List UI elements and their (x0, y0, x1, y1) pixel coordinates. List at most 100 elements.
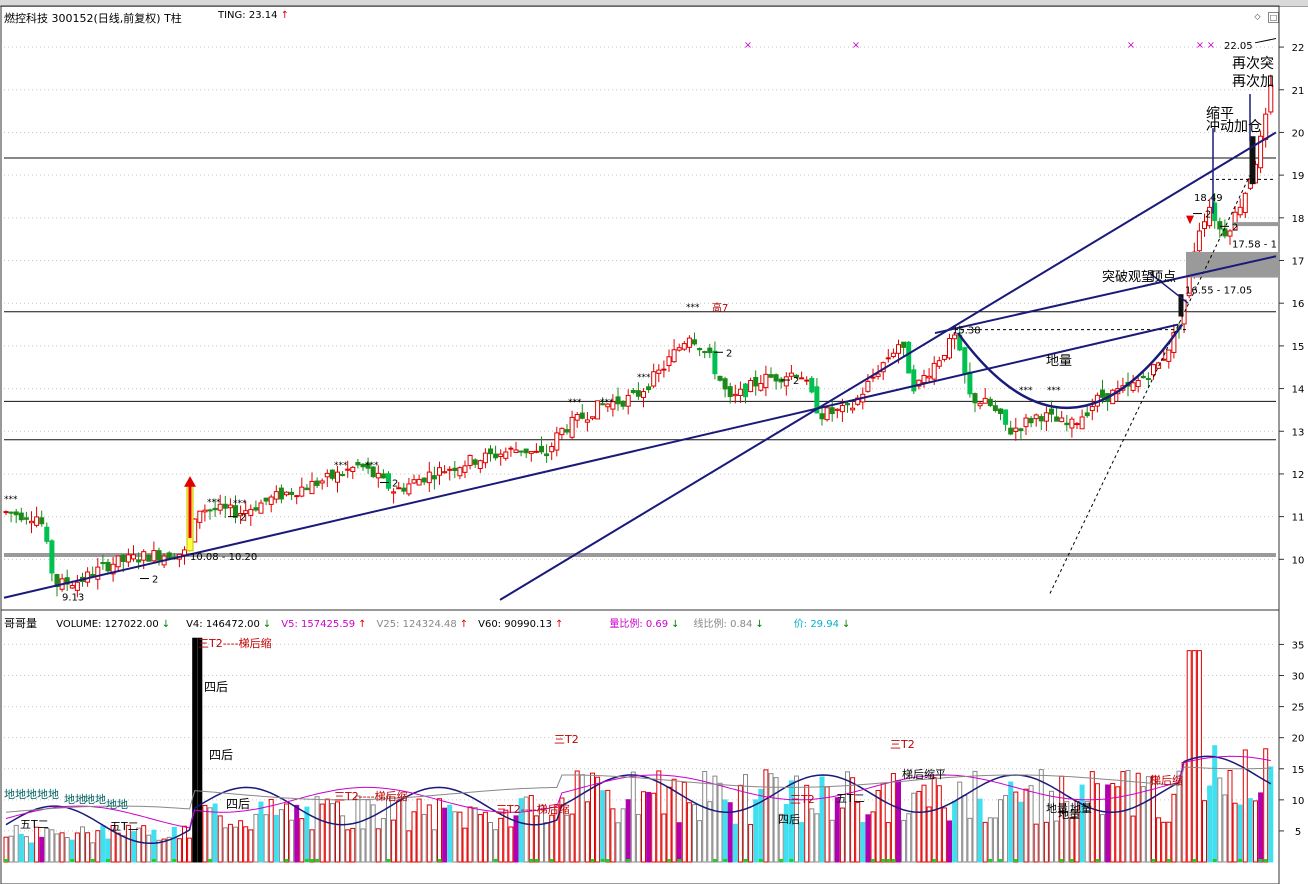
candle-body (906, 341, 912, 374)
candle-body (212, 507, 218, 511)
volume-bar (962, 794, 968, 863)
volume-tick-label: 10 (1292, 796, 1305, 807)
volume-green-marker (1212, 859, 1217, 862)
candle-body (615, 396, 621, 405)
volume-bar (131, 831, 136, 863)
volume-bar (294, 804, 300, 863)
volume-bar (202, 804, 208, 863)
top-signal-marker: × (744, 40, 752, 51)
volume-green-marker (1192, 859, 1197, 862)
volume-header-arrow: ↑ (358, 619, 367, 630)
top-signal-marker: × (1196, 40, 1204, 51)
volume-bar (1242, 749, 1248, 863)
volume-bar (702, 770, 708, 863)
volume-bar (457, 811, 463, 863)
candle-body (727, 386, 733, 397)
volume-bar (1253, 800, 1258, 863)
level-marker-label: 2 (240, 513, 246, 524)
volume-bar (885, 822, 891, 863)
volume-bar (635, 813, 641, 863)
volume-annotation: 四后 (209, 748, 233, 762)
candle-body (131, 554, 136, 560)
volume-bar (1038, 769, 1044, 863)
volume-green-marker (1059, 859, 1064, 862)
volume-green-marker (590, 859, 595, 862)
volume-bar (85, 832, 91, 863)
volume-bar (1232, 802, 1238, 863)
volume-bar (564, 814, 570, 863)
candle-body (987, 398, 993, 406)
candle-body (23, 517, 29, 520)
volume-bar (176, 838, 182, 863)
volume-bar (411, 811, 417, 863)
volume-bar (1135, 772, 1141, 863)
candle-body (783, 376, 789, 387)
volume-bar (1105, 784, 1111, 863)
candle-body (554, 432, 560, 451)
price-label: 15.38 (952, 326, 981, 337)
volume-bar (59, 832, 65, 863)
volume-bar (1186, 650, 1192, 863)
volume-bar (1171, 793, 1177, 863)
candle-body (768, 374, 774, 378)
volume-bar (156, 839, 162, 863)
candle-body (146, 554, 152, 562)
volume-bar (676, 822, 682, 863)
candle-body (926, 375, 932, 379)
volume-bar (829, 819, 835, 863)
star-marker: *** (4, 495, 18, 505)
volume-bar (544, 822, 550, 863)
candle-body (539, 445, 544, 453)
volume-bar (712, 775, 718, 863)
volume-green-marker (70, 859, 75, 862)
candle-body (421, 477, 427, 483)
volume-bar (105, 838, 111, 863)
volume-bar (1120, 771, 1126, 863)
volume-annotation: 五T二 (110, 820, 139, 833)
candle-body (44, 526, 50, 542)
volume-bar (299, 818, 305, 863)
volume-header-item: V25: 124324.48 (376, 619, 457, 630)
volume-bar (222, 827, 228, 863)
volume-annotation: 五T二 (20, 818, 49, 831)
candle-body (340, 474, 346, 477)
volume-bar (8, 835, 14, 863)
candle-body (982, 397, 988, 404)
volume-annotation: 三T2----梯后缩 (496, 803, 570, 816)
candle-body (401, 487, 407, 492)
candle-body (416, 478, 422, 486)
candle-body (1100, 389, 1105, 398)
volume-bar (1161, 821, 1167, 863)
volume-bar (936, 785, 942, 863)
volume-header-item: 价: 29.94 (793, 619, 839, 630)
candle-body (671, 349, 677, 363)
volume-green-marker (998, 859, 1003, 862)
star-marker: *** (233, 499, 247, 509)
volume-green-marker (151, 859, 156, 862)
volume-green-marker (437, 859, 442, 862)
price-tick-label: 14 (1292, 385, 1305, 396)
volume-green-marker (932, 859, 937, 862)
volume-annotation: 地地 (106, 798, 128, 811)
price-annotation: 高7 (712, 301, 728, 314)
volume-bar (426, 804, 432, 863)
candle-body (437, 467, 442, 476)
price-annotation: 突破观望 (1102, 269, 1154, 285)
candle-body (1217, 221, 1223, 230)
star-marker: *** (568, 398, 582, 408)
volume-bar (875, 789, 881, 863)
candle-body (1049, 408, 1054, 415)
volume-bar (136, 827, 142, 863)
volume-header-item: V5: 157425.59 (281, 619, 356, 630)
volume-bar (375, 828, 381, 863)
volume-bar (952, 800, 958, 863)
candle-body (95, 566, 101, 580)
candle-body (442, 471, 448, 474)
candle-body (737, 388, 743, 396)
volume-green-marker (4, 859, 8, 862)
volume-bar (243, 826, 249, 863)
volume-bar (931, 777, 937, 863)
volume-bar (100, 825, 106, 863)
volume-bar (916, 790, 922, 863)
volume-bar (605, 789, 611, 863)
